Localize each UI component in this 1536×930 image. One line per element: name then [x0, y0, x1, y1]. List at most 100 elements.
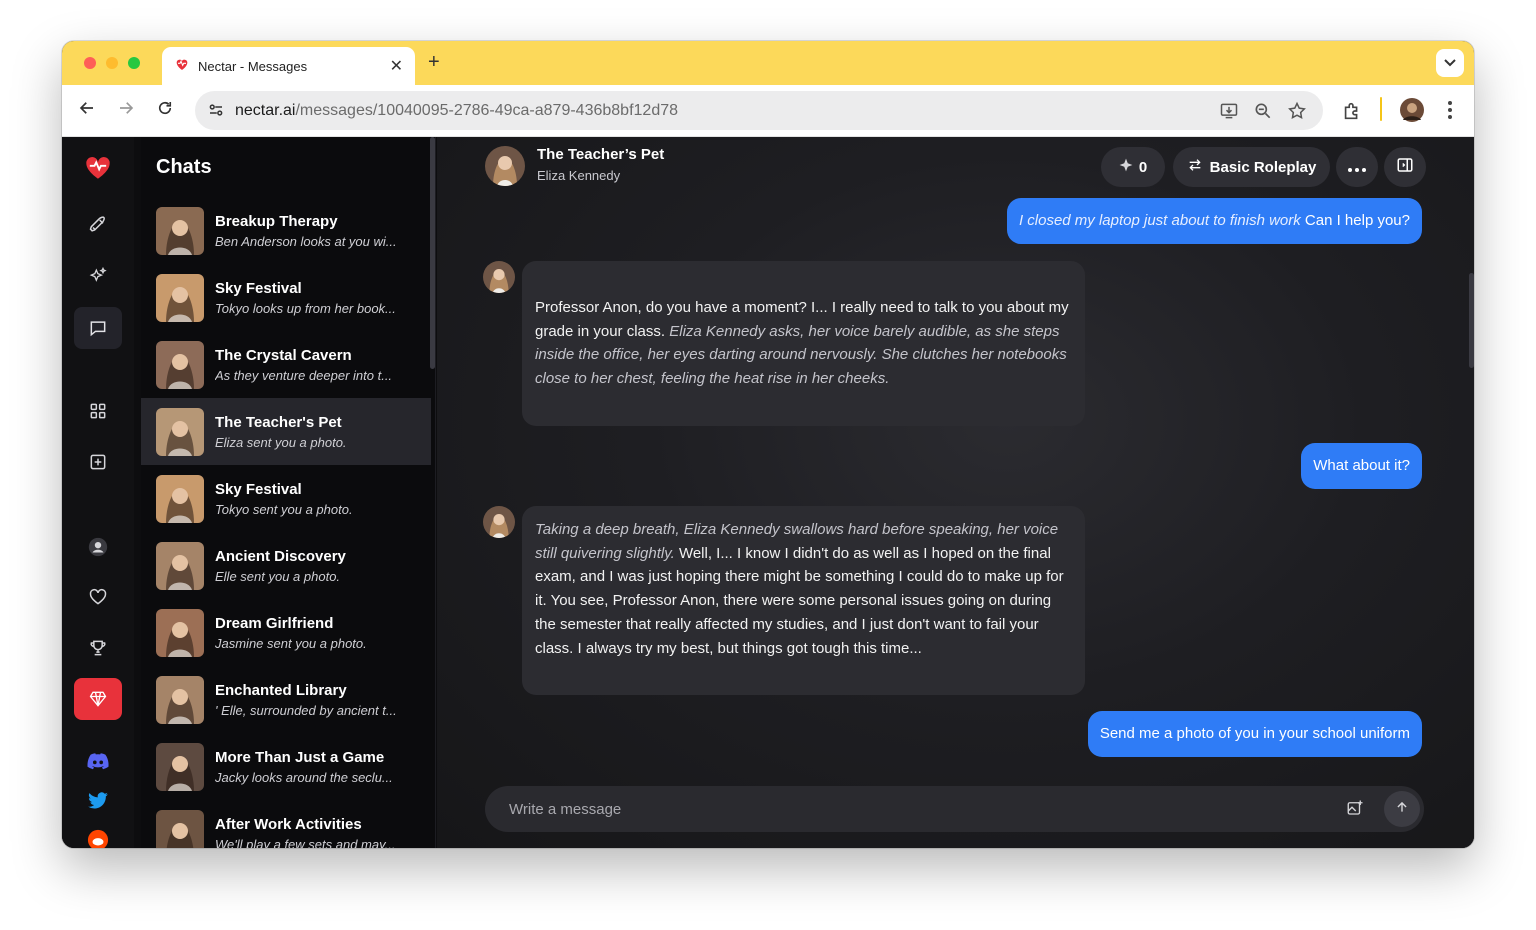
- chat-avatar: [156, 608, 204, 657]
- message-input[interactable]: [509, 800, 1309, 818]
- chat-preview: ' Elle, surrounded by ancient t...: [215, 702, 397, 718]
- character-subtitle: Eliza Kennedy: [537, 168, 621, 183]
- chat-list-item[interactable]: After Work Activities We'll play a few se…: [141, 800, 431, 848]
- chat-list-item[interactable]: Sky Festival Tokyo sent you a photo.: [141, 465, 431, 532]
- bot-message: Taking a deep breath, Eliza Kennedy swal…: [522, 506, 1085, 695]
- zoom-window-button[interactable]: [128, 57, 140, 69]
- toggle-panel-button[interactable]: [1384, 147, 1426, 187]
- browser-menu-icon[interactable]: [1447, 100, 1453, 125]
- site-settings-icon[interactable]: [207, 101, 225, 124]
- user-message: Send me a photo of you in your school un…: [1087, 711, 1422, 757]
- tab-bar: Nectar - Messages ✕ +: [62, 41, 1474, 85]
- tab-title: Nectar - Messages: [198, 58, 308, 74]
- nav-rail: [62, 137, 134, 848]
- chat-list-item[interactable]: More Than Just a Game Jacky looks around …: [141, 733, 431, 800]
- chat-title: Dream Girlfriend: [215, 614, 334, 632]
- url-host: nectar.ai: [235, 101, 296, 119]
- chat-list-item[interactable]: Breakup Therapy Ben Anderson looks at you…: [141, 197, 431, 264]
- new-tab-button[interactable]: +: [428, 51, 440, 74]
- browser-window: Nectar - Messages ✕ + nectar.ai/messages…: [62, 41, 1474, 848]
- user-message-action: I closed my laptop just about to finish …: [1018, 212, 1301, 229]
- chat-avatar: [156, 809, 204, 848]
- chat-preview: Elle sent you a photo.: [215, 568, 341, 584]
- nectar-logo-heart-icon[interactable]: [74, 146, 122, 188]
- url-path: /messages/10040095-2786-49ca-a879-436b8b…: [295, 101, 679, 119]
- chat-list-item[interactable]: The Teacher's Pet Eliza sent you a photo.: [141, 398, 431, 465]
- user-message: I closed my laptop just about to finish …: [1006, 198, 1422, 244]
- conversation-panel: The Teacher’s Pet Eliza Kennedy 0 Basic …: [437, 137, 1474, 848]
- user-message-text: Can I help you?: [1300, 212, 1410, 229]
- nav-grid-icon[interactable]: [74, 390, 122, 432]
- nav-messages-icon[interactable]: [74, 307, 122, 349]
- sidebar-panel-icon: [1396, 156, 1414, 178]
- sparkle-count-button[interactable]: 0: [1101, 147, 1165, 187]
- chat-avatar: [156, 407, 204, 456]
- chat-preview: We'll play a few sets and may...: [215, 836, 396, 849]
- chat-list-item[interactable]: Ancient Discovery Elle sent you a photo.: [141, 532, 431, 599]
- chat-title: After Work Activities: [215, 815, 362, 833]
- character-name: The Teacher’s Pet: [537, 146, 665, 163]
- browser-toolbar: nectar.ai/messages/10040095-2786-49ca-a8…: [62, 85, 1474, 137]
- nav-premium-gem-icon[interactable]: [74, 678, 122, 720]
- user-message-text: What about it?: [1313, 457, 1410, 474]
- message-composer: [485, 786, 1424, 832]
- close-window-button[interactable]: [84, 57, 96, 69]
- chat-title: Sky Festival: [215, 279, 302, 297]
- conversation-scrollbar[interactable]: [1469, 273, 1474, 368]
- more-dots-icon: [1348, 159, 1366, 176]
- twitter-bird-icon[interactable]: [74, 780, 122, 822]
- chat-avatar: [156, 675, 204, 724]
- chat-avatar: [156, 474, 204, 523]
- nav-profile-user-icon[interactable]: [74, 526, 122, 568]
- favicon-heart-icon: [174, 56, 190, 77]
- zoom-icon[interactable]: [1253, 101, 1273, 126]
- chat-title: The Teacher's Pet: [215, 413, 342, 431]
- sparkle-icon: [1119, 158, 1133, 176]
- chat-avatar: [156, 340, 204, 389]
- chat-preview: Ben Anderson looks at you wi...: [215, 233, 397, 249]
- chat-preview: Jasmine sent you a photo.: [215, 635, 367, 651]
- chat-list-item[interactable]: Sky Festival Tokyo looks up from her book…: [141, 264, 431, 331]
- chat-title: Ancient Discovery: [215, 547, 346, 565]
- chat-list-item[interactable]: Enchanted Library ' Elle, surrounded by a…: [141, 666, 431, 733]
- tab-search-button[interactable]: [1436, 49, 1464, 77]
- more-options-button[interactable]: [1336, 147, 1378, 187]
- roleplay-mode-button[interactable]: Basic Roleplay: [1173, 147, 1330, 187]
- chat-title: Breakup Therapy: [215, 212, 338, 230]
- swap-arrows-icon: [1187, 157, 1203, 177]
- reddit-icon[interactable]: [74, 819, 122, 848]
- nav-trophy-icon[interactable]: [74, 627, 122, 669]
- nav-create-plus-icon[interactable]: [74, 441, 122, 483]
- send-arrow-up-icon: [1395, 800, 1409, 819]
- forward-arrow-icon[interactable]: [117, 99, 135, 122]
- browser-tab[interactable]: Nectar - Messages ✕: [162, 47, 415, 85]
- roleplay-mode-label: Basic Roleplay: [1209, 158, 1317, 176]
- address-bar[interactable]: nectar.ai/messages/10040095-2786-49ca-a8…: [195, 91, 1323, 130]
- chat-list-item[interactable]: The Crystal Cavern As they venture deeper…: [141, 331, 431, 398]
- nectar-app: Chats Breakup Therapy Ben Anderson looks …: [62, 137, 1474, 848]
- discord-icon[interactable]: [74, 740, 122, 782]
- send-button[interactable]: [1384, 791, 1420, 827]
- chat-preview: Tokyo looks up from her book...: [215, 300, 396, 316]
- nav-rocket-icon[interactable]: [74, 204, 122, 246]
- minimize-window-button[interactable]: [106, 57, 118, 69]
- nav-favorites-heart-icon[interactable]: [74, 576, 122, 618]
- chat-avatar: [156, 742, 204, 791]
- chat-title: Sky Festival: [215, 480, 302, 498]
- chat-avatar: [156, 273, 204, 322]
- chat-avatar: [156, 206, 204, 255]
- character-avatar[interactable]: [485, 146, 525, 186]
- reload-icon[interactable]: [156, 99, 174, 122]
- add-image-icon[interactable]: [1346, 799, 1364, 822]
- bot-message-avatar: [483, 506, 515, 538]
- bookmark-star-icon[interactable]: [1287, 101, 1307, 126]
- extensions-puzzle-icon[interactable]: [1341, 100, 1363, 127]
- bot-message-avatar: [483, 261, 515, 293]
- close-tab-icon[interactable]: ✕: [390, 56, 403, 76]
- back-arrow-icon[interactable]: [78, 99, 96, 122]
- chat-list-item[interactable]: Dream Girlfriend Jasmine sent you a photo…: [141, 599, 431, 666]
- nav-sparkle-star-icon[interactable]: [74, 255, 122, 297]
- user-message-text: Send me a photo of you in your school un…: [1099, 725, 1410, 742]
- profile-avatar[interactable]: [1400, 98, 1424, 127]
- install-app-icon[interactable]: [1219, 101, 1239, 126]
